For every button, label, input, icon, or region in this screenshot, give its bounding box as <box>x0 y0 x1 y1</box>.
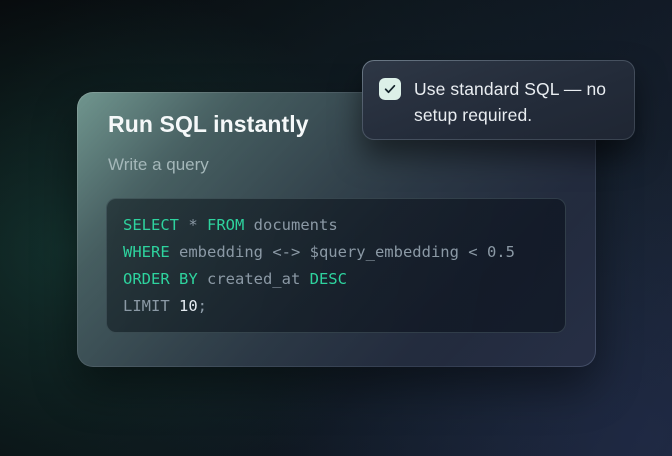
code-line: LIMIT 10; <box>123 293 549 320</box>
card-title: Run SQL instantly <box>108 109 309 139</box>
sql-callout: Use standard SQL — no setup required. <box>362 60 635 140</box>
sql-code: SELECT * FROM documentsWHERE embedding <… <box>123 212 549 320</box>
code-line: SELECT * FROM documents <box>123 212 549 239</box>
checkmark-icon <box>383 82 397 96</box>
sql-query-editor[interactable]: SELECT * FROM documentsWHERE embedding <… <box>106 198 566 333</box>
callout-text: Use standard SQL — no setup required. <box>414 76 614 128</box>
standard-sql-checkbox[interactable] <box>379 78 401 100</box>
hero-background: Run SQL instantly Write a query SELECT *… <box>0 0 672 456</box>
card-subtitle: Write a query <box>108 153 209 177</box>
code-line: WHERE embedding <-> $query_embedding < 0… <box>123 239 549 266</box>
code-line: ORDER BY created_at DESC <box>123 266 549 293</box>
